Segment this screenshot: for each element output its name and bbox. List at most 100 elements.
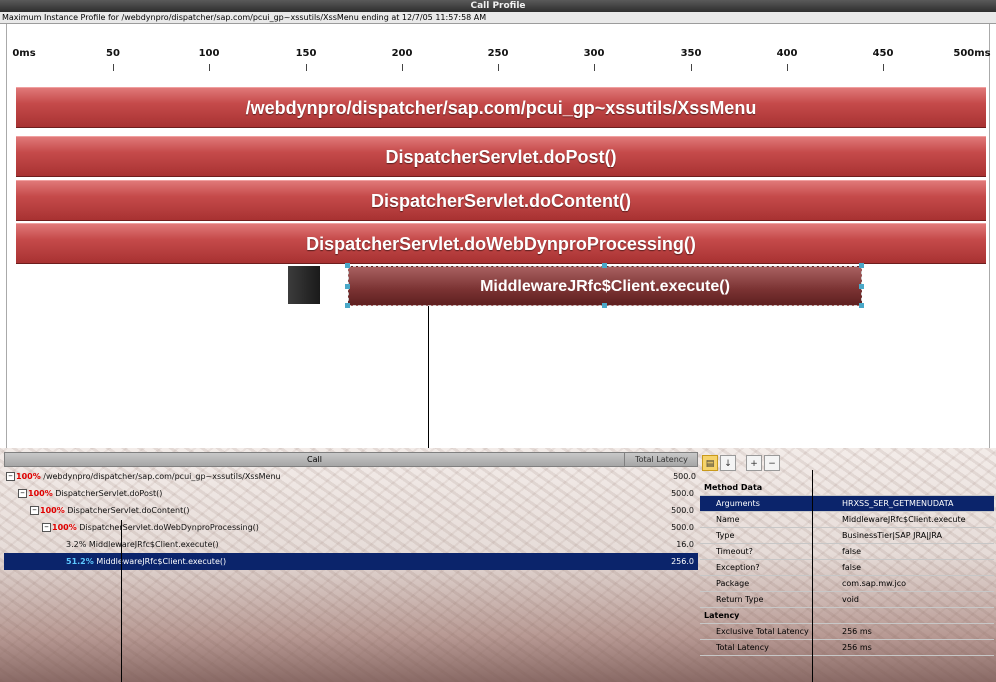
collapse-icon[interactable]: −	[30, 506, 39, 515]
selection-handle[interactable]	[602, 303, 607, 308]
tick-mark	[594, 64, 595, 71]
row-percent: 3.2%	[66, 540, 87, 549]
window-title-bar: Call Profile	[0, 0, 996, 12]
property-key: Name	[716, 515, 740, 524]
tick-mark	[113, 64, 114, 71]
row-latency: 500.0	[671, 523, 694, 532]
tick-label: 500ms	[953, 48, 991, 59]
tick-label: 50	[106, 48, 120, 59]
row-latency: 256.0	[671, 557, 694, 566]
selection-handle[interactable]	[345, 303, 350, 308]
selection-handle[interactable]	[345, 284, 350, 289]
property-row[interactable]: Package com.sap.mw.jco	[700, 576, 994, 592]
call-column-header[interactable]: Call	[5, 453, 625, 466]
property-value: void	[842, 595, 859, 604]
property-value: MiddlewareJRfc$Client.execute	[842, 515, 966, 524]
row-name: /webdynpro/dispatcher/sap.com/pcui_gp~xs…	[43, 472, 281, 481]
call-bar-selected-execute[interactable]: MiddlewareJRfc$Client.execute()	[348, 266, 862, 306]
call-bar-xssmenu[interactable]: /webdynpro/dispatcher/sap.com/pcui_gp~xs…	[16, 87, 986, 128]
tick-label: 100	[198, 48, 220, 59]
collapse-icon[interactable]: −	[6, 472, 15, 481]
property-key: Timeout?	[716, 547, 753, 556]
call-bar-dopost[interactable]: DispatcherServlet.doPost()	[16, 136, 986, 177]
property-key: Exception?	[716, 563, 760, 572]
property-row[interactable]: Name MiddlewareJRfc$Client.execute	[700, 512, 994, 528]
call-tree-header: Call Total Latency	[4, 452, 698, 467]
property-group[interactable]: Method Data	[700, 480, 994, 496]
property-value: BusinessTier|SAP JRA|JRA	[842, 531, 942, 540]
sort-category-icon[interactable]: ▤	[702, 455, 718, 471]
call-tree-panel: Call Total Latency −100% /webdynpro/disp…	[4, 452, 698, 682]
collapse-all-icon[interactable]: −	[764, 455, 780, 471]
row-latency: 500.0	[673, 472, 696, 481]
tick-label: 250	[487, 48, 509, 59]
row-latency: 16.0	[676, 540, 694, 549]
property-value: 256 ms	[842, 627, 872, 636]
tick-mark	[498, 64, 499, 71]
tick-mark	[402, 64, 403, 71]
selection-handle[interactable]	[859, 284, 864, 289]
row-percent: 100%	[28, 489, 53, 498]
properties-panel: ▤ ↓ + − Method Data Arguments HRXSS_SER_…	[700, 452, 994, 682]
property-row[interactable]: Exclusive Total Latency 256 ms	[700, 624, 994, 640]
selection-handle[interactable]	[859, 263, 864, 268]
call-bar-short-execute[interactable]	[288, 266, 320, 304]
property-key: Package	[716, 579, 750, 588]
expand-all-icon[interactable]: +	[746, 455, 762, 471]
call-bar-docontent[interactable]: DispatcherServlet.doContent()	[16, 180, 986, 221]
property-value: false	[842, 563, 862, 572]
property-row-selected[interactable]: Arguments HRXSS_SER_GETMENUDATA	[700, 496, 994, 512]
property-key: Return Type	[716, 595, 764, 604]
row-percent: 51.2%	[66, 557, 94, 566]
row-name: DispatcherServlet.doPost()	[55, 489, 163, 498]
tree-row-selected[interactable]: 51.2% MiddlewareJRfc$Client.execute() 25…	[4, 553, 698, 570]
tick-mark	[306, 64, 307, 71]
property-row[interactable]: Total Latency 256 ms	[700, 640, 994, 656]
property-key: Arguments	[716, 499, 760, 508]
latency-column-header[interactable]: Total Latency	[626, 453, 697, 466]
selection-handle[interactable]	[859, 303, 864, 308]
property-row[interactable]: Timeout? false	[700, 544, 994, 560]
tick-mark	[209, 64, 210, 71]
tick-label: 400	[776, 48, 798, 59]
tick-label: 200	[391, 48, 413, 59]
row-percent: 100%	[16, 472, 41, 481]
row-name: DispatcherServlet.doWebDynproProcessing(…	[79, 523, 259, 532]
row-latency: 500.0	[671, 489, 694, 498]
property-row[interactable]: Return Type void	[700, 592, 994, 608]
time-ruler: 0ms 50 100 150 200 250 300 350 400 450 5…	[0, 24, 996, 84]
sort-alpha-icon[interactable]: ↓	[720, 455, 736, 471]
collapse-icon[interactable]: −	[42, 523, 51, 532]
call-bar-dowebdynpro[interactable]: DispatcherServlet.doWebDynproProcessing(…	[16, 223, 986, 264]
tree-row[interactable]: −100% DispatcherServlet.doPost() 500.0	[4, 485, 698, 502]
properties-toolbar: ▤ ↓ + −	[700, 452, 994, 474]
property-row[interactable]: Exception? false	[700, 560, 994, 576]
connector-line	[121, 520, 122, 682]
row-latency: 500.0	[671, 506, 694, 515]
tick-label: 350	[680, 48, 702, 59]
profile-description: Maximum Instance Profile for /webdynpro/…	[0, 12, 996, 24]
collapse-icon[interactable]: −	[18, 489, 27, 498]
property-value: HRXSS_SER_GETMENUDATA	[842, 499, 954, 508]
tick-mark	[787, 64, 788, 71]
row-name: MiddlewareJRfc$Client.execute()	[96, 557, 227, 566]
row-percent: 100%	[52, 523, 77, 532]
tick-label: 450	[872, 48, 894, 59]
selection-handle[interactable]	[345, 263, 350, 268]
row-name: DispatcherServlet.doContent()	[67, 506, 190, 515]
property-value: com.sap.mw.jco	[842, 579, 906, 588]
group-name: Latency	[704, 611, 740, 620]
tree-row[interactable]: −100% DispatcherServlet.doWebDynproProce…	[4, 519, 698, 536]
tree-row[interactable]: −100% /webdynpro/dispatcher/sap.com/pcui…	[4, 468, 700, 485]
group-name: Method Data	[704, 483, 763, 492]
connector-line	[812, 470, 813, 682]
property-key: Type	[716, 531, 735, 540]
property-key: Exclusive Total Latency	[716, 627, 809, 636]
property-row[interactable]: Type BusinessTier|SAP JRA|JRA	[700, 528, 994, 544]
tree-row[interactable]: −100% DispatcherServlet.doContent() 500.…	[4, 502, 698, 519]
property-value: 256 ms	[842, 643, 872, 652]
selection-handle[interactable]	[602, 263, 607, 268]
tree-row[interactable]: 3.2% MiddlewareJRfc$Client.execute() 16.…	[4, 536, 698, 553]
tick-label: 300	[583, 48, 605, 59]
property-group[interactable]: Latency	[700, 608, 994, 624]
